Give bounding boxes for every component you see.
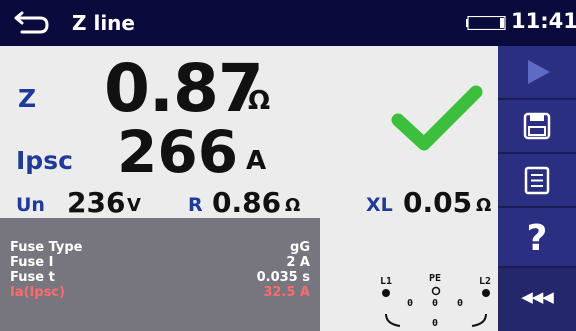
r-label: R xyxy=(188,194,203,216)
connection-diagram: L1 PE L2 0 0 0 0 xyxy=(378,273,498,331)
r-unit: Ω xyxy=(285,195,301,216)
fuse-time-row: Fuse t 0.035 s xyxy=(10,270,310,285)
fuse-settings-panel[interactable]: Fuse Type gG Fuse I 2 A Fuse t 0.035 s I… xyxy=(0,218,320,331)
l1-l2-value: 0 xyxy=(432,318,439,329)
fuse-current-value: 2 A xyxy=(286,255,310,270)
un-unit: V xyxy=(127,195,141,216)
fuse-current-label: Fuse I xyxy=(10,255,54,270)
fuse-ia-row: Ia(Ipsc) 32.5 A xyxy=(10,285,310,300)
results-list-button[interactable] xyxy=(498,154,576,208)
list-document-icon xyxy=(524,166,550,195)
more-options-button[interactable]: ◀◀◀ xyxy=(498,268,576,331)
fuse-type-label: Fuse Type xyxy=(10,240,83,255)
run-play-icon xyxy=(528,60,550,84)
fuse-time-value: 0.035 s xyxy=(256,270,310,285)
pass-checkmark-icon xyxy=(391,85,483,151)
z-value: 0.87 xyxy=(104,50,264,127)
save-button[interactable] xyxy=(498,100,576,154)
pe-value: 0 xyxy=(432,298,439,309)
fuse-ia-value: 32.5 A xyxy=(263,285,310,300)
z-label: Z xyxy=(18,84,37,113)
fuse-type-row: Fuse Type gG xyxy=(10,240,310,255)
save-floppy-icon xyxy=(523,112,551,140)
fuse-current-row: Fuse I 2 A xyxy=(10,255,310,270)
run-button[interactable] xyxy=(498,46,576,100)
un-value: 236 xyxy=(67,186,126,219)
fuse-type-value: gG xyxy=(290,240,310,255)
ipsc-label: Ipsc xyxy=(16,146,73,175)
ipsc-value: 266 xyxy=(117,118,239,186)
fuse-time-label: Fuse t xyxy=(10,270,55,285)
back-button[interactable] xyxy=(14,6,54,40)
xl-label: XL xyxy=(366,194,393,216)
battery-icon xyxy=(466,16,506,30)
xl-value: 0.05 xyxy=(403,186,473,219)
clock: 11:41 xyxy=(511,9,576,33)
instrument-screen: Z line 11:41 Z 0.87 Ω Ipsc 266 A Un 236 … xyxy=(0,0,576,331)
l1-pe-value: 0 xyxy=(407,298,414,309)
ipsc-unit: A xyxy=(246,146,267,176)
help-button[interactable]: ? xyxy=(498,208,576,268)
fuse-ia-label: Ia(Ipsc) xyxy=(10,285,66,300)
xl-unit: Ω xyxy=(476,195,492,216)
back-arrow-icon xyxy=(14,11,49,34)
z-unit: Ω xyxy=(248,86,271,116)
title-bar: Z line 11:41 xyxy=(0,0,576,46)
r-value: 0.86 xyxy=(212,186,282,219)
side-toolbar: ? ◀◀◀ xyxy=(498,46,576,331)
pe-l2-value: 0 xyxy=(457,298,464,309)
un-label: Un xyxy=(16,194,45,216)
page-title: Z line xyxy=(72,11,135,35)
help-question-icon: ? xyxy=(526,218,548,259)
more-icon: ◀◀◀ xyxy=(521,288,554,306)
